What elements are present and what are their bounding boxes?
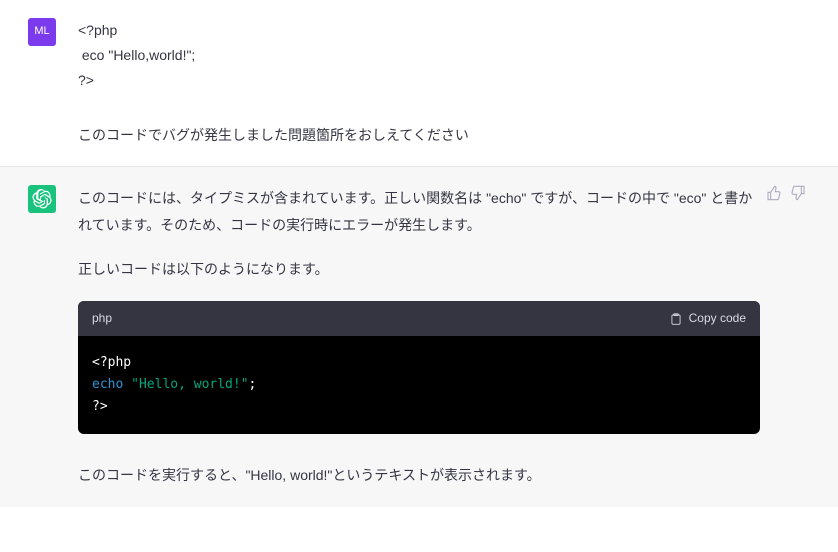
code-line: echo "Hello, world!";: [92, 374, 746, 396]
code-block: php Copy code <?php echo "Hello, world!"…: [78, 301, 760, 434]
assistant-avatar: [28, 185, 56, 213]
user-code-line: eco "Hello,world!";: [78, 47, 195, 63]
thumbs-down-icon: [790, 185, 806, 201]
code-line: ?>: [92, 396, 746, 418]
assistant-message: このコードには、タイプミスが含まれています。正しい関数名は "echo" ですが…: [0, 166, 838, 507]
code-token: ?>: [92, 399, 108, 414]
openai-logo-icon: [32, 189, 52, 209]
thumbs-up-button[interactable]: [766, 185, 782, 201]
user-avatar-initials: ML: [34, 23, 49, 41]
user-avatar: ML: [28, 18, 56, 46]
thumbs-up-icon: [766, 185, 782, 201]
user-content: <?php eco "Hello,world!"; ?> このコードでバグが発生…: [78, 18, 810, 148]
assistant-para: このコードを実行すると、"Hello, world!"というテキストが表示されま…: [78, 462, 760, 489]
user-message: ML <?php eco "Hello,world!"; ?> このコードでバグ…: [0, 0, 838, 166]
assistant-content: このコードには、タイプミスが含まれています。正しい関数名は "echo" ですが…: [78, 185, 810, 489]
assistant-para: このコードには、タイプミスが含まれています。正しい関数名は "echo" ですが…: [78, 185, 760, 238]
code-language-label: php: [92, 309, 112, 328]
clipboard-icon: [669, 312, 683, 326]
code-token: ;: [249, 377, 257, 392]
code-header: php Copy code: [78, 301, 760, 336]
code-token-string: "Hello, world!": [131, 377, 248, 392]
feedback-buttons: [766, 185, 806, 201]
thumbs-down-button[interactable]: [790, 185, 806, 201]
code-body: <?php echo "Hello, world!"; ?>: [78, 336, 760, 434]
copy-code-button[interactable]: Copy code: [669, 309, 746, 328]
user-code-block: <?php eco "Hello,world!"; ?>: [78, 18, 760, 94]
user-code-line: <?php: [78, 22, 117, 38]
assistant-para: 正しいコードは以下のようになります。: [78, 256, 760, 283]
user-code-line: ?>: [78, 72, 94, 88]
code-token: <?php: [92, 355, 131, 370]
user-question: このコードでバグが発生しました問題箇所をおしえてください: [78, 122, 760, 149]
code-line: <?php: [92, 352, 746, 374]
copy-code-label: Copy code: [689, 309, 746, 328]
code-token-keyword: echo: [92, 377, 123, 392]
